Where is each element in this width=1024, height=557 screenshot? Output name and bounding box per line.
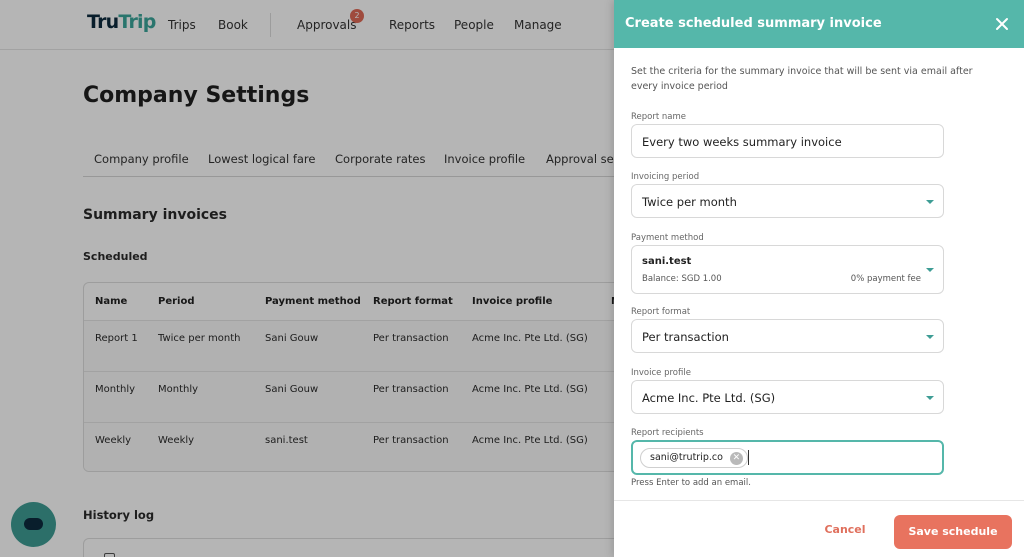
- payment-method-fee: 0% payment fee: [850, 274, 921, 284]
- payment-method-balance: Balance: SGD 1.00: [642, 274, 722, 284]
- panel-description: Set the criteria for the summary invoice…: [631, 66, 973, 92]
- report-name-label: Report name: [631, 112, 686, 122]
- payment-method-select[interactable]: sani.test Balance: SGD 1.00 0% payment f…: [631, 245, 944, 294]
- report-recipients-label: Report recipients: [631, 428, 704, 438]
- report-format-value: Per transaction: [642, 330, 729, 344]
- chevron-down-icon: [926, 268, 934, 272]
- invoice-profile-label: Invoice profile: [631, 368, 691, 378]
- report-name-input[interactable]: Every two weeks summary invoice: [631, 124, 944, 158]
- report-format-label: Report format: [631, 307, 691, 317]
- create-schedule-panel: Create scheduled summary invoice Set the…: [614, 0, 1024, 557]
- invoicing-period-label: Invoicing period: [631, 172, 700, 182]
- recipient-chip: sani@trutrip.co ✕: [640, 448, 748, 468]
- invoice-profile-value: Acme Inc. Pte Ltd. (SG): [642, 391, 776, 405]
- chevron-down-icon: [926, 396, 934, 400]
- payment-method-label: Payment method: [631, 233, 704, 243]
- text-cursor: [748, 450, 749, 465]
- invoicing-period-value: Twice per month: [642, 195, 737, 209]
- panel-footer: Cancel Save schedule: [614, 500, 1024, 557]
- invoicing-period-select[interactable]: Twice per month: [631, 184, 944, 218]
- report-name-value: Every two weeks summary invoice: [642, 135, 842, 149]
- save-schedule-button[interactable]: Save schedule: [894, 515, 1012, 549]
- panel-header: Create scheduled summary invoice: [614, 0, 1024, 48]
- report-format-select[interactable]: Per transaction: [631, 319, 944, 353]
- invoice-profile-select[interactable]: Acme Inc. Pte Ltd. (SG): [631, 380, 944, 414]
- report-recipients-input[interactable]: sani@trutrip.co ✕: [631, 440, 944, 475]
- panel-title: Create scheduled summary invoice: [625, 16, 882, 31]
- cancel-button[interactable]: Cancel: [810, 515, 880, 545]
- chevron-down-icon: [926, 335, 934, 339]
- close-icon[interactable]: [992, 14, 1012, 34]
- recipients-hint: Press Enter to add an email.: [631, 478, 751, 488]
- chevron-down-icon: [926, 200, 934, 204]
- remove-chip-icon[interactable]: ✕: [729, 452, 743, 465]
- payment-method-name: sani.test: [642, 256, 692, 267]
- recipient-email: sani@trutrip.co: [650, 452, 723, 463]
